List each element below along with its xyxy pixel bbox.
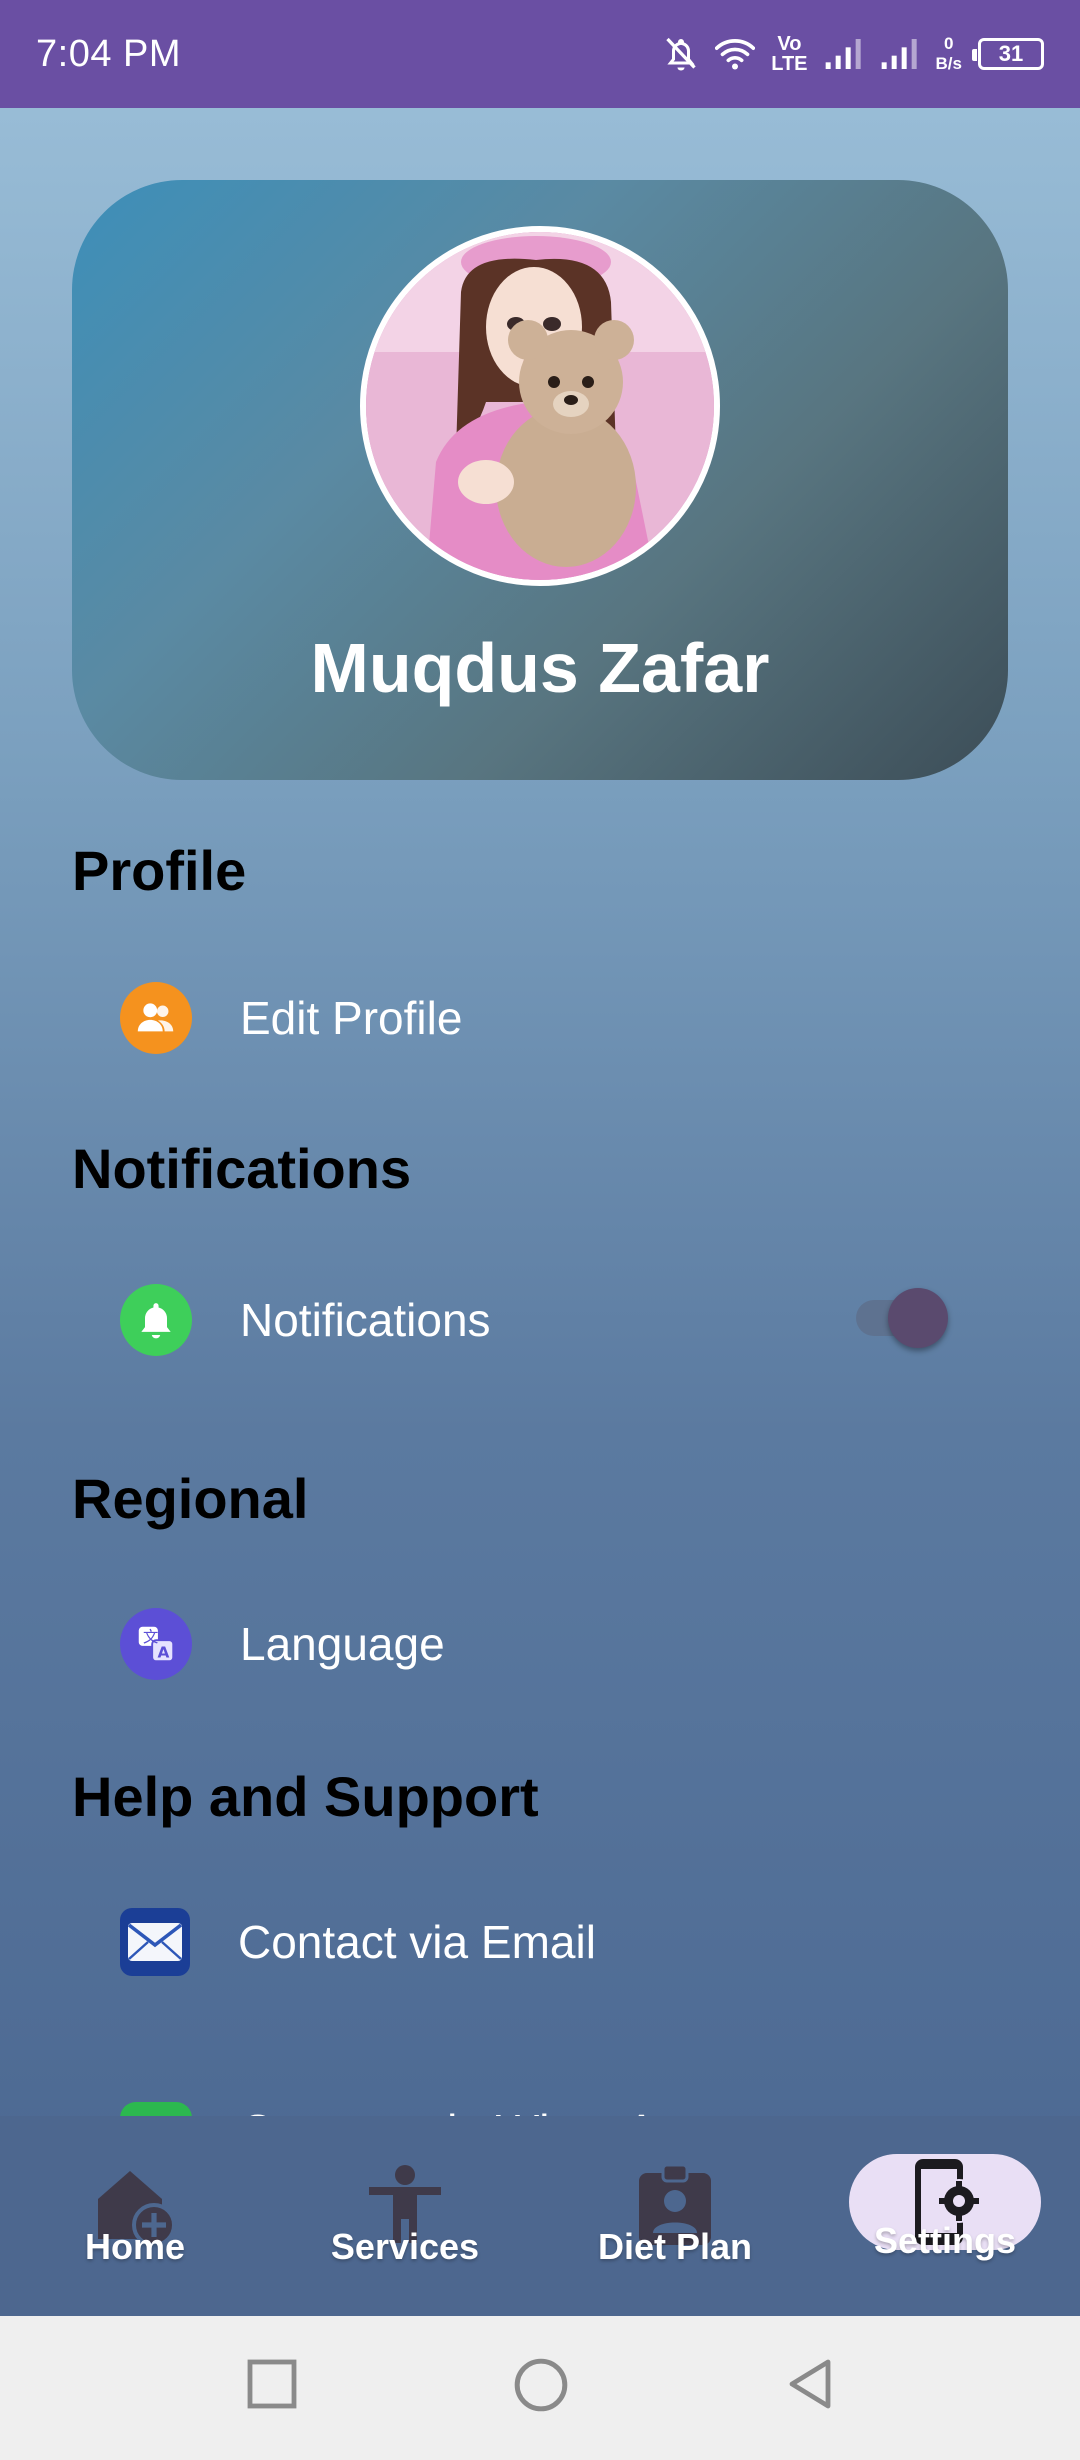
signal-icon-2 (881, 39, 917, 69)
nav-settings-label: Settings (873, 2220, 1016, 2261)
nav-services[interactable]: Services (270, 2116, 540, 2316)
nav-diet-plan-label: Diet Plan (597, 2226, 753, 2267)
back-icon[interactable] (782, 2356, 838, 2412)
nav-diet-plan[interactable]: Diet Plan (540, 2116, 810, 2316)
signal-icon-1 (825, 39, 861, 69)
notifications-label: Notifications (240, 1294, 491, 1346)
volte-top-text: Vo (777, 33, 802, 55)
bottom-nav: Home Services Diet Plan Settings (0, 2116, 1080, 2316)
language-row[interactable]: 文 A Language (120, 1604, 1000, 1684)
nav-settings[interactable]: Settings (810, 2116, 1080, 2316)
section-heading-notifications: Notifications (72, 1137, 412, 1200)
nav-services-label: Services (330, 2226, 480, 2267)
home-circle-icon[interactable] (512, 2356, 570, 2414)
contact-email-row[interactable]: Contact via Email (120, 1902, 1000, 1982)
battery-level: 31 (998, 41, 1024, 66)
envelope-icon (127, 1923, 183, 1961)
avatar-doll-image (366, 232, 714, 580)
edit-profile-icon (120, 982, 192, 1054)
settings-screen: Muqdus Zafar Profile Edit Profile Notifi… (0, 108, 1080, 2316)
notifications-icon (120, 1284, 192, 1356)
contact-email-label: Contact via Email (238, 1916, 596, 1968)
nav-home-label: Home (84, 2226, 186, 2267)
bell-off-icon (666, 37, 696, 71)
bell-icon (141, 1303, 171, 1339)
toggle-thumb (888, 1288, 948, 1348)
nav-home[interactable]: Home (0, 2116, 270, 2316)
edit-profile-label: Edit Profile (240, 992, 463, 1044)
edit-profile-row[interactable]: Edit Profile (120, 978, 1000, 1058)
notifications-toggle[interactable] (852, 1288, 952, 1348)
profile-name: Muqdus Zafar (310, 629, 770, 707)
language-label: Language (240, 1618, 445, 1670)
status-time: 7:04 PM (36, 32, 182, 75)
volte-bottom-text: LTE (771, 53, 808, 75)
translate-icon: 文 A (138, 1626, 175, 1663)
battery-icon: 31 (972, 38, 1044, 70)
wifi-icon (715, 39, 756, 70)
system-nav-bar (0, 2316, 1080, 2460)
section-heading-profile: Profile (72, 839, 247, 902)
svg-text:A: A (158, 1643, 170, 1661)
users-icon (137, 1003, 174, 1032)
status-bar: 7:04 PM Vo LTE 0 B/s 31 (0, 0, 1080, 108)
speed-value: 0 (944, 34, 954, 53)
status-icons: Vo LTE 0 B/s 31 (663, 34, 1044, 74)
network-speed: 0 B/s (936, 34, 962, 74)
section-heading-regional: Regional (72, 1467, 309, 1530)
section-heading-help: Help and Support (72, 1765, 539, 1828)
speed-unit: B/s (935, 54, 962, 73)
recents-icon[interactable] (244, 2356, 300, 2412)
volte-indicator: Vo LTE (771, 34, 807, 74)
email-icon (120, 1908, 190, 1976)
language-icon: 文 A (120, 1608, 192, 1680)
svg-text:文: 文 (143, 1628, 158, 1646)
profile-avatar[interactable] (360, 226, 720, 586)
profile-card: Muqdus Zafar (72, 180, 1008, 780)
